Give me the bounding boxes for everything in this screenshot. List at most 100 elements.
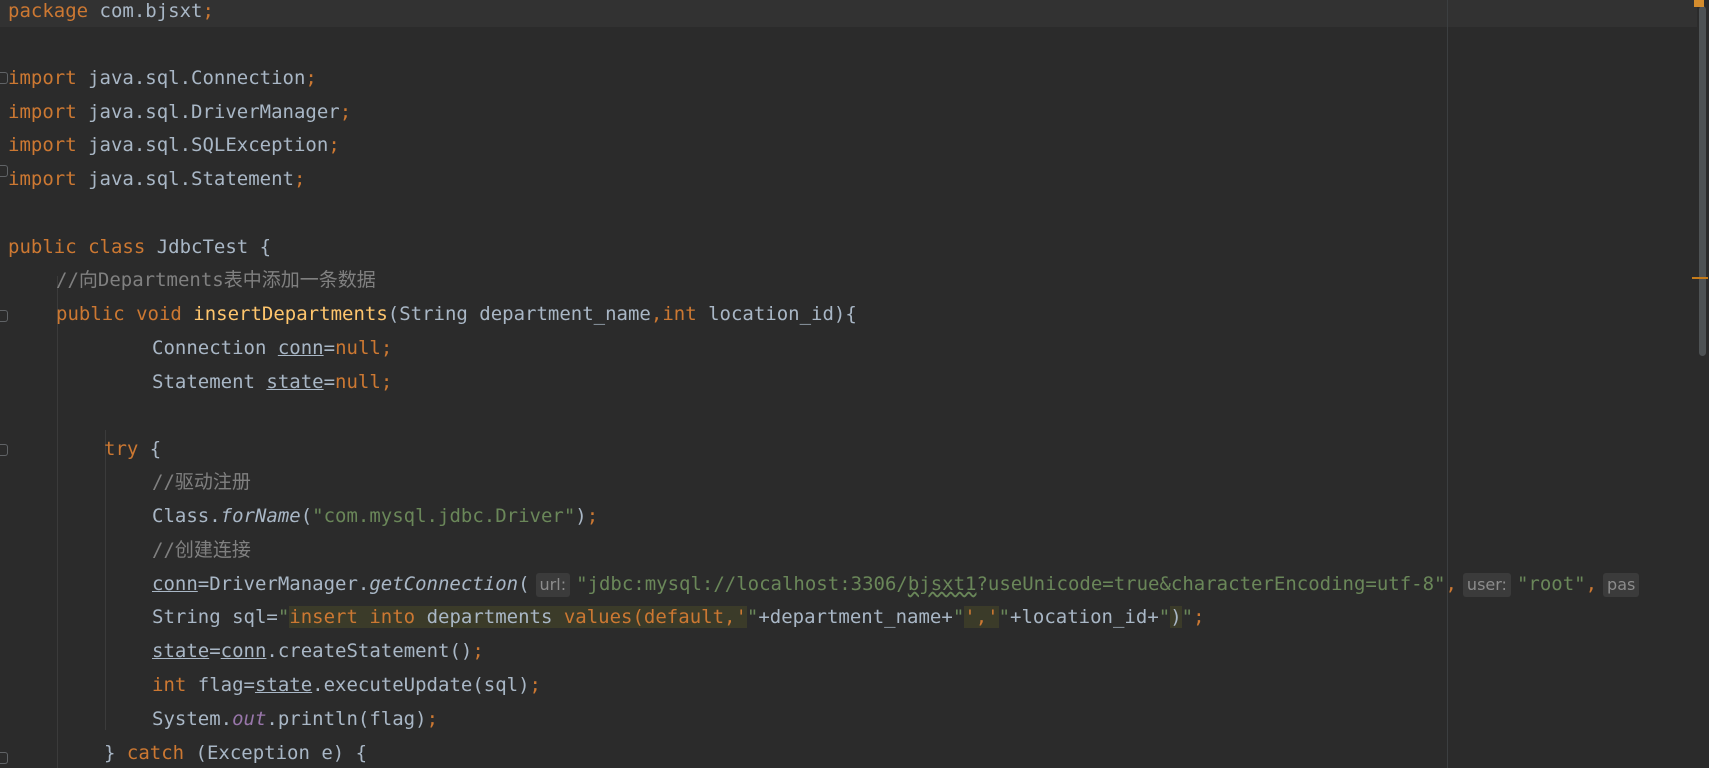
keyword-import: import <box>8 134 77 156</box>
static-field: out <box>232 708 267 730</box>
code-line-create-statement[interactable]: state=conn.createStatement(); <box>152 635 484 668</box>
code-line-import[interactable]: import java.sql.Statement; <box>8 163 305 196</box>
sql-table: departments <box>415 606 564 628</box>
variable-conn: conn <box>277 337 324 359</box>
method-call: .createStatement() <box>266 640 473 662</box>
keyword-null: null <box>335 371 381 393</box>
semicolon: ; <box>202 0 214 22</box>
class-name: JdbcTest { <box>145 236 272 258</box>
sql-keyword: insert into <box>289 606 416 628</box>
method-call: .println(flag) <box>266 708 427 730</box>
scrollbar-thumb[interactable] <box>1699 6 1706 356</box>
typo-highlight: bjsxt1 <box>907 573 977 595</box>
type-name: Statement <box>152 371 267 393</box>
import-path: java.sql.DriverManager <box>76 101 340 123</box>
operator: = <box>323 371 336 393</box>
error-stripe-marker[interactable] <box>1692 277 1708 279</box>
class-ref: =DriverManager. <box>197 573 370 595</box>
semicolon: ; <box>426 708 439 730</box>
keyword-int: int <box>152 674 187 696</box>
string-literal: ?useUnicode=true&characterEncoding=utf-8… <box>976 573 1446 595</box>
code-line-method[interactable]: public void insertDepartments(String dep… <box>56 298 857 331</box>
variable-conn: conn <box>152 573 198 595</box>
class-ref: Class. <box>152 505 221 527</box>
fold-icon[interactable] <box>0 752 8 764</box>
method-name: insertDepartments <box>193 303 388 325</box>
code-line-import[interactable]: import java.sql.SQLException; <box>8 129 340 162</box>
code-line-package[interactable]: package com.bjsxt; <box>8 0 214 28</box>
variable-conn: conn <box>220 640 267 662</box>
code-line-class[interactable]: public class JdbcTest { <box>8 231 271 264</box>
fold-icon[interactable] <box>0 310 8 322</box>
keyword-import: import <box>8 101 77 123</box>
variable-state: state <box>254 674 313 696</box>
comma: , <box>1585 573 1598 595</box>
comment: //创建连接 <box>152 539 251 561</box>
code-line-forname[interactable]: Class.forName("com.mysql.jdbc.Driver"); <box>152 500 598 533</box>
semicolon: ; <box>328 134 340 156</box>
semicolon: ; <box>1193 606 1205 628</box>
comma: , <box>1445 573 1457 595</box>
code-line-println[interactable]: System.out.println(flag); <box>152 703 438 736</box>
code-line-sql[interactable]: String sql="insert into departments valu… <box>152 601 1205 634</box>
fold-icon[interactable] <box>0 444 8 456</box>
quote: " <box>952 606 965 628</box>
sql-fragment: ) <box>1170 606 1182 628</box>
right-margin-guide <box>1447 0 1448 768</box>
fold-icon[interactable] <box>0 165 8 177</box>
method-call: getConnection <box>369 573 519 595</box>
paren: ( <box>300 505 313 527</box>
comma: , <box>650 303 663 325</box>
code-line-getconnection[interactable]: conn=DriverManager.getConnection(url: "jd… <box>152 568 1645 601</box>
string-literal: "root" <box>1516 573 1586 595</box>
concat-expression: +location_id+ <box>1010 606 1159 628</box>
parameter-hint-password: pas <box>1603 573 1640 597</box>
code-line-import[interactable]: import java.sql.Connection; <box>8 62 317 95</box>
sql-values: values(default,' <box>563 606 747 628</box>
operator: = <box>209 640 221 662</box>
variable-state: state <box>152 640 210 662</box>
comment: //驱动注册 <box>152 471 251 493</box>
package-name: com.bjsxt <box>88 0 203 22</box>
class-ref: System. <box>152 708 233 730</box>
paren: ( <box>518 573 530 595</box>
keyword-import: import <box>8 168 77 190</box>
semicolon: ; <box>293 168 306 190</box>
code-line-execute-update[interactable]: int flag=state.executeUpdate(sql); <box>152 669 541 702</box>
param-rest: location_id){ <box>696 303 857 325</box>
code-editor[interactable]: package com.bjsxt; import java.sql.Conne… <box>0 0 1709 768</box>
code-line-comment[interactable]: //向Departments表中添加一条数据 <box>56 264 376 297</box>
keyword-public-class: public class <box>8 236 146 258</box>
code-line-conn-decl[interactable]: Connection conn=null; <box>152 332 392 365</box>
parameter-hint-user: user: <box>1462 573 1511 597</box>
code-line-state-decl[interactable]: Statement state=null; <box>152 366 392 399</box>
method-call: forName <box>220 505 301 527</box>
code-line-comment[interactable]: //驱动注册 <box>152 466 251 499</box>
import-path: java.sql.Statement <box>76 168 294 190</box>
code-line-catch[interactable]: } catch (Exception e) { <box>104 737 367 768</box>
semicolon: ; <box>529 674 541 696</box>
concat-expression: +department_name+ <box>758 606 953 628</box>
code-line-comment[interactable]: //创建连接 <box>152 534 251 567</box>
keyword-public-void: public void <box>56 303 182 325</box>
operator: = <box>323 337 336 359</box>
keyword-int: int <box>662 303 697 325</box>
keyword-null: null <box>335 337 381 359</box>
fold-icon[interactable] <box>0 72 8 84</box>
indent-guide <box>57 276 58 768</box>
current-line-highlight <box>0 0 1700 27</box>
warning-marker[interactable] <box>1694 0 1704 7</box>
paren: ) <box>575 505 587 527</box>
quote: " <box>277 606 290 628</box>
semicolon: ; <box>380 337 393 359</box>
parameter-hint-url: url: <box>535 573 571 597</box>
semicolon: ; <box>380 371 393 393</box>
code-line-import[interactable]: import java.sql.DriverManager; <box>8 96 351 129</box>
string-literal: "com.mysql.jdbc.Driver" <box>312 505 576 527</box>
variable-state: state <box>266 371 324 393</box>
code-line-try[interactable]: try { <box>104 433 161 466</box>
keyword-package: package <box>8 0 89 22</box>
import-path: java.sql.Connection <box>76 67 306 89</box>
keyword-try: try <box>104 438 139 460</box>
quote: " <box>1181 606 1194 628</box>
